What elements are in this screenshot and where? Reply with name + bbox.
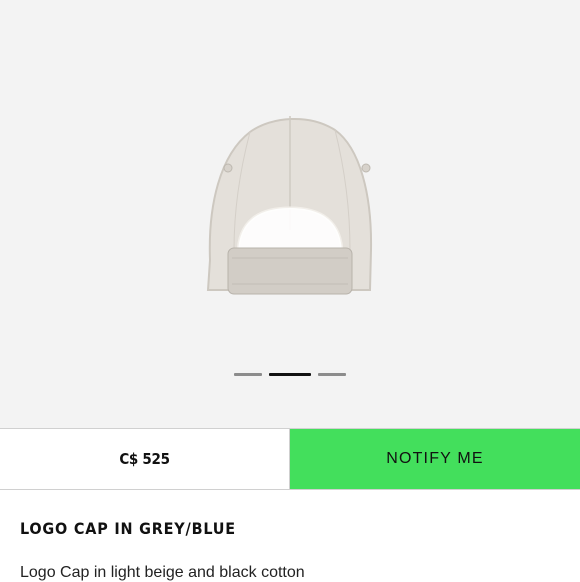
cap-image [206, 116, 373, 295]
product-image-gallery[interactable] [0, 0, 580, 428]
product-title: LOGO CAP IN GREY/BLUE [20, 519, 236, 538]
gallery-pagination [0, 373, 580, 377]
product-description: Logo Cap in light beige and black cotton [20, 564, 305, 581]
purchase-bar: C$ 525 NOTIFY ME [0, 428, 580, 490]
gallery-dot-1[interactable] [234, 373, 262, 376]
notify-me-button[interactable]: NOTIFY ME [290, 429, 580, 489]
gallery-dot-2-active[interactable] [269, 373, 311, 376]
price-label: C$ 525 [0, 429, 290, 489]
gallery-dot-3[interactable] [318, 373, 346, 376]
